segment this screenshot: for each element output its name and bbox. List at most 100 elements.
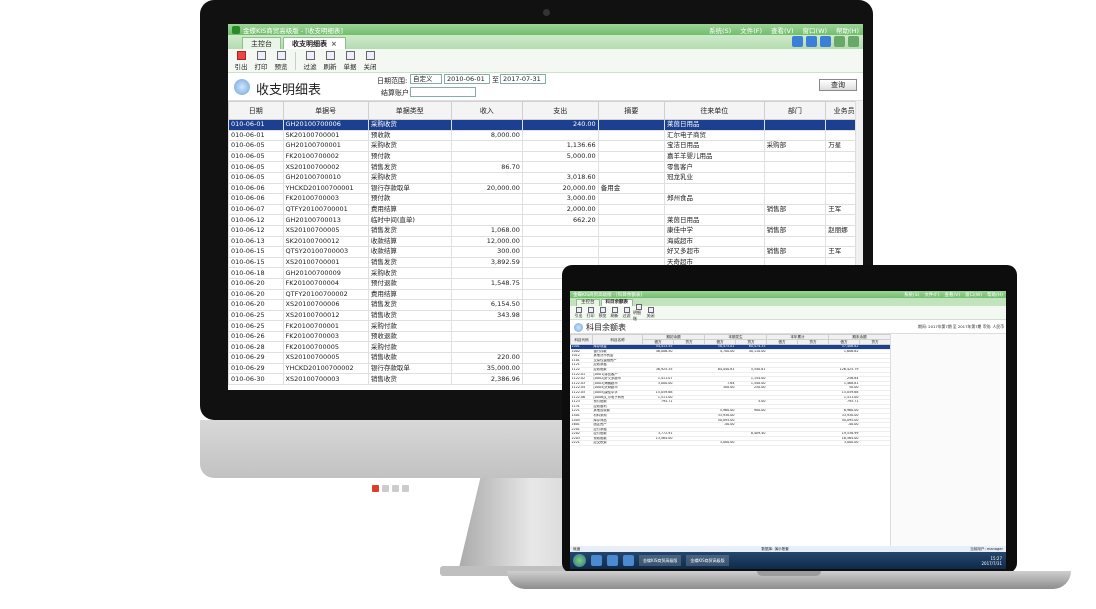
taskbar-window-1[interactable]: 金蝶KIS商贸高级版 [639, 555, 682, 566]
filter-button[interactable]: 过滤 [301, 50, 319, 71]
cloud-icon[interactable] [806, 36, 817, 47]
close-button[interactable]: 关闭 [645, 306, 656, 319]
refresh-label: 刷新 [610, 312, 619, 318]
menu-window[interactable]: 窗口(W) [803, 25, 828, 35]
column-header[interactable]: 日期 [228, 101, 284, 120]
tab-main-console[interactable]: 主控台 [576, 299, 600, 306]
keyboard-icon[interactable] [392, 485, 399, 492]
table-cell: 010-06-18 [228, 267, 284, 279]
table-row[interactable]: 010-06-06 YHCKD20100700001 银行存款取单 20,000.00… [228, 182, 863, 195]
table-cell: 零售客户 [664, 161, 765, 173]
column-header[interactable]: 收入 [450, 101, 523, 120]
filter-label: 过滤 [622, 312, 631, 318]
table-cell: 海威超市 [664, 235, 765, 248]
table-row[interactable]: 010-06-05 FK20100700002 预付款 5,000.00 嘉羊羊婴儿用品 [228, 150, 863, 163]
filter-button[interactable]: 过滤 [621, 306, 632, 319]
balance-table: 科目代码 科目名称 期初余额 本期发生 本年累计 期末余额 借方 贷方 借方 贷方 借方 贷方 借方贷… [570, 334, 891, 447]
message-icon[interactable] [848, 36, 859, 47]
table-cell: 662.20 [521, 214, 599, 226]
table-cell: 采购部 [763, 140, 827, 152]
table-row[interactable]: 010-06-13 SK20100700012 收款结算 12,000.00 海威超市 [228, 235, 863, 248]
start-button[interactable] [573, 554, 586, 567]
tab-report[interactable]: 科目余额表 [600, 299, 633, 306]
tab-main-console[interactable]: 主控台 [242, 37, 281, 49]
sogou-icon[interactable] [372, 485, 379, 492]
close-tab-icon[interactable]: × [331, 40, 337, 48]
taskbar-window-2[interactable]: 金蝶KIS商贸高级版 [686, 555, 729, 566]
table-cell: 莱茵日用品 [664, 214, 765, 226]
table-cell: XS20100700001 [282, 256, 369, 269]
menu-view[interactable]: 查看(V) [771, 25, 794, 35]
table-cell [763, 193, 827, 205]
close-button[interactable]: 关闭 [361, 50, 379, 71]
preview-button[interactable]: 预览 [597, 306, 608, 319]
column-header[interactable]: 科目代码 [570, 334, 593, 345]
settings-icon[interactable] [834, 36, 845, 47]
table-row[interactable]: 010-06-05 GH20100700010 采购收货 3,018.60 冠龙乳业 [228, 171, 863, 184]
column-header[interactable]: 往来单位 [664, 101, 765, 120]
refresh-button[interactable]: 刷新 [609, 306, 620, 319]
table-row[interactable]: 010-06-07 QTFY20100700001 费用结算 2,000.00 销售部王… [228, 203, 863, 216]
range-mode-select[interactable]: 自定义 [410, 74, 442, 84]
table-row[interactable]: 010-06-01 GH20100700006 采购收货 240.00 莱茵日用品 [228, 119, 863, 131]
report-header: 收支明细表 日期范围: 自定义 2010-06-01 至 2017-07-31 … [228, 73, 863, 101]
table-row[interactable]: 010-06-05 GH20100700001 采购收货 1,136.66 宝洁日用品采… [228, 140, 863, 152]
browser-icon[interactable] [591, 555, 602, 566]
column-header[interactable]: 部门 [763, 101, 827, 120]
date-from-picker[interactable]: 2010-06-01 [444, 74, 490, 84]
table-cell: 5,000.00 [521, 150, 599, 163]
tab-label: 收支明细表 [292, 39, 327, 48]
clock-date: 2017/7/31 [981, 560, 1002, 566]
ledger-button[interactable]: 明细账 [633, 303, 644, 322]
magnifier-icon [234, 79, 250, 95]
table-cell: 预收款 [367, 129, 452, 142]
table-cell: XS20100700003 [282, 373, 369, 385]
date-to-picker[interactable]: 2017-07-31 [500, 74, 546, 84]
menu-view[interactable]: 查看(V) [945, 292, 961, 298]
column-header[interactable]: 单据类型 [367, 101, 452, 120]
column-header[interactable]: 科目名称 [592, 334, 643, 345]
table-cell: 010-06-05 [228, 150, 284, 163]
table-row[interactable]: 010-06-12 GH20100700013 临时中间(直单) 662.20 莱茵日用… [228, 214, 863, 226]
refresh-button[interactable]: 刷新 [321, 50, 339, 71]
kingdee-icon[interactable] [792, 36, 803, 47]
tools-icon[interactable] [402, 485, 409, 492]
menu-system[interactable]: 系统(S) [709, 25, 731, 35]
table-row[interactable]: 010-06-01 SK20100700001 预收款 8,000.00 汇尔电子商贸 [228, 129, 863, 142]
tab-report[interactable]: 收支明细表 × [283, 37, 346, 49]
column-header[interactable]: 支出 [521, 101, 599, 120]
export-button[interactable]: 引出 [232, 50, 250, 71]
table-row[interactable]: 2221 应交税费 3,000.00 3,000.00 [570, 440, 891, 447]
table-row[interactable]: 010-06-12 XS20100700005 销售发货 1,068.00 康佳中学 销售… [228, 224, 863, 237]
menu-help[interactable]: 帮助(H) [987, 292, 1003, 298]
preview-button[interactable]: 预览 [272, 50, 290, 71]
user-icon[interactable] [820, 36, 831, 47]
table-cell: 010-06-15 [228, 246, 284, 258]
table-cell [766, 440, 798, 447]
media-icon[interactable] [623, 555, 634, 566]
table-row[interactable]: 010-06-06 FK20100700003 预付款 3,000.00 郑州食品 [228, 193, 863, 205]
table-cell: 010-06-01 [228, 129, 284, 142]
window-title: 金蝶KIS商贸高级版 - [收支明细表] [243, 26, 343, 35]
table-cell: 2221 [570, 440, 593, 447]
menu-help[interactable]: 帮助(H) [836, 25, 859, 35]
print-button[interactable]: 打印 [585, 306, 596, 319]
query-button[interactable]: 查询 [819, 79, 857, 91]
folder-icon[interactable] [607, 555, 618, 566]
export-button[interactable]: 引出 [573, 306, 584, 319]
menu-window[interactable]: 窗口(W) [965, 292, 982, 298]
table-cell: 销售发货 [367, 299, 452, 311]
table-cell: 2,000.00 [521, 203, 599, 216]
column-header[interactable]: 摘要 [597, 101, 666, 120]
menu-system[interactable]: 系统(S) [904, 292, 919, 298]
menu-file[interactable]: 文件(F) [924, 292, 939, 298]
account-input[interactable] [410, 87, 476, 97]
column-header[interactable]: 单据号 [282, 101, 369, 120]
table-row[interactable]: 010-06-15 QTSY20100700003 收款结算 300.00 好又多超市销… [228, 246, 863, 258]
document-button[interactable]: 单据 [341, 50, 359, 71]
mic-icon[interactable] [382, 485, 389, 492]
print-button[interactable]: 打印 [252, 50, 270, 71]
toolbar: 引出 打印 预览 过滤 刷新 单据 关闭 [228, 49, 863, 73]
table-row[interactable]: 010-06-05 XS20100700002 销售发货 86.70 零售客户 [228, 161, 863, 173]
menu-file[interactable]: 文件(F) [740, 25, 762, 35]
